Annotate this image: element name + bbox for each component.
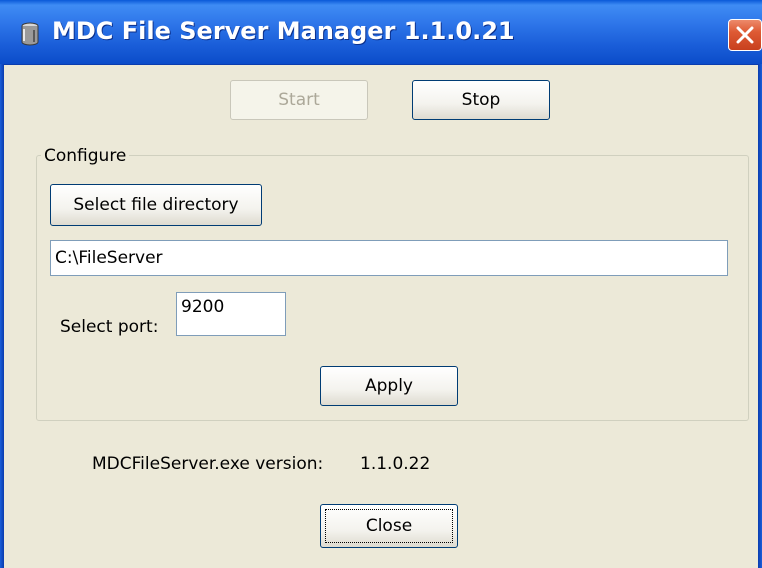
apply-button[interactable]: Apply xyxy=(320,366,458,406)
stop-button-label: Stop xyxy=(461,90,501,110)
server-app-icon xyxy=(18,22,42,46)
select-file-directory-button[interactable]: Select file directory xyxy=(50,184,262,226)
directory-path-input[interactable] xyxy=(50,240,728,276)
configure-group-label: Configure xyxy=(41,146,130,166)
focus-rectangle xyxy=(325,509,453,543)
exe-version-label: MDCFileServer.exe version: xyxy=(92,454,324,474)
window-frame-right xyxy=(758,64,762,568)
file-server-manager-window: MDC File Server Manager 1.1.0.21 Start S… xyxy=(0,0,762,568)
select-file-directory-label: Select file directory xyxy=(73,195,239,215)
apply-button-label: Apply xyxy=(365,376,413,396)
start-button-label: Start xyxy=(278,90,320,110)
port-input[interactable] xyxy=(176,292,286,336)
window-title: MDC File Server Manager 1.1.0.21 xyxy=(52,17,515,45)
select-port-label: Select port: xyxy=(60,317,159,337)
start-button[interactable]: Start xyxy=(230,80,368,120)
title-bar[interactable]: MDC File Server Manager 1.1.0.21 xyxy=(0,0,762,65)
stop-button[interactable]: Stop xyxy=(412,80,550,120)
exe-version-value: 1.1.0.22 xyxy=(360,454,431,474)
close-button[interactable]: Close xyxy=(320,504,458,548)
close-x-icon[interactable] xyxy=(728,19,762,51)
window-frame-left xyxy=(0,64,4,568)
